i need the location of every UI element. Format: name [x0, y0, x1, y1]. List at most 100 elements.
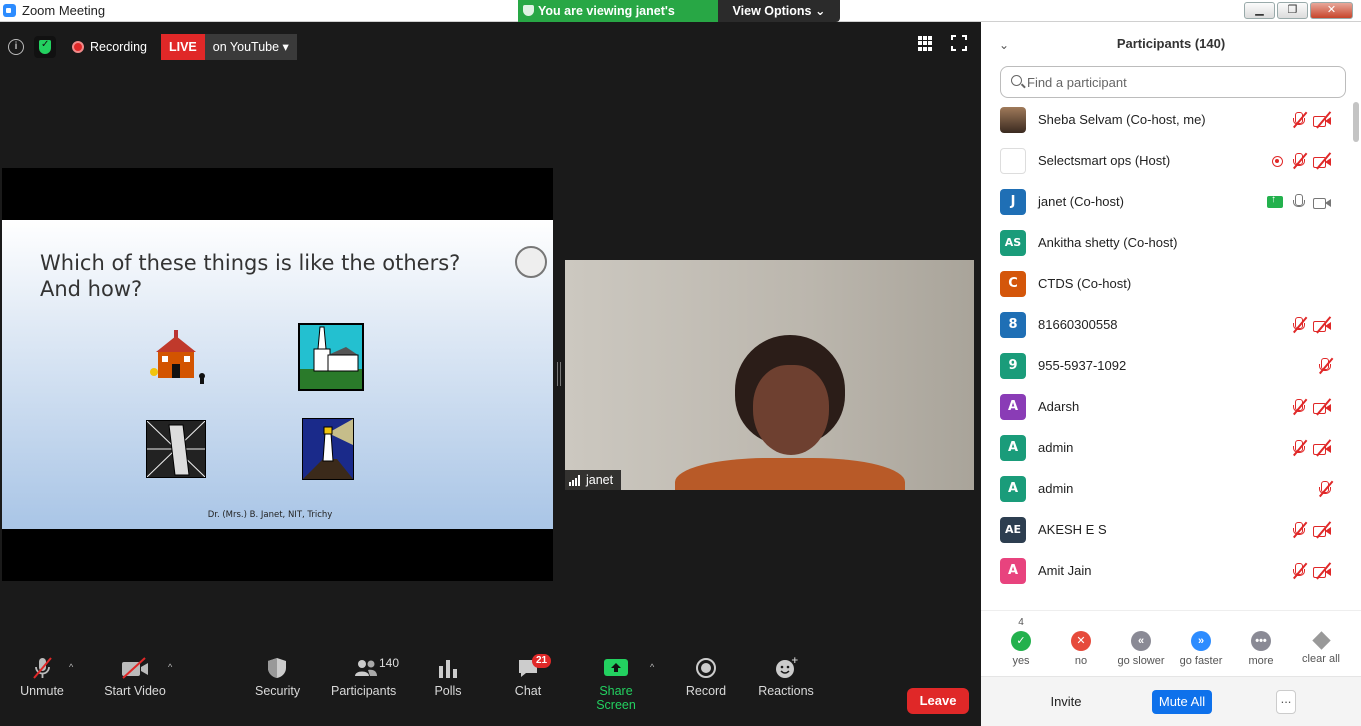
reactions-button[interactable]: + Reactions: [758, 656, 814, 698]
feedback-go-slower-button[interactable]: « go slower: [1111, 617, 1171, 667]
meeting-status-bar: i Recording LIVE on YouTube ▾: [8, 34, 297, 60]
participant-search[interactable]: [1000, 66, 1346, 98]
chat-button[interactable]: 21 Chat: [510, 654, 552, 698]
video-off-icon: [1313, 316, 1331, 334]
security-button[interactable]: Security: [255, 656, 300, 698]
participant-name: Amit Jain: [1038, 563, 1092, 578]
participant-row[interactable]: A Adarsh: [981, 387, 1351, 428]
participant-list-scrollbar[interactable]: [1353, 100, 1359, 618]
screen-sharing-icon: [1267, 194, 1283, 208]
video-off-icon: [1313, 152, 1331, 170]
feedback-count: [1231, 617, 1291, 629]
feedback-go-faster-button[interactable]: » go faster: [1171, 617, 1231, 667]
feedback-count: [1111, 617, 1171, 629]
participant-status-icons: [1291, 521, 1331, 539]
more-options-button[interactable]: ...: [1276, 690, 1296, 714]
participant-avatar: A: [1000, 394, 1026, 420]
share-options-caret-icon[interactable]: ^: [650, 662, 654, 672]
share-screen-button[interactable]: Share Screen: [581, 656, 651, 712]
participant-row[interactable]: Aadmin: [981, 428, 1351, 469]
participant-row[interactable]: AS Ankitha shetty (Co-host): [981, 223, 1351, 264]
feedback-no-button[interactable]: ✕ no: [1051, 617, 1111, 667]
audio-options-caret-icon[interactable]: ^: [69, 662, 73, 672]
participant-status-icons: [1291, 562, 1331, 580]
microphone-muted-icon: [1291, 111, 1308, 128]
emoji-smile-icon: +: [758, 656, 814, 680]
viewing-screen-banner: You are viewing janet's screen: [518, 0, 718, 40]
share-screen-icon: [581, 656, 651, 680]
mute-all-button[interactable]: Mute All: [1152, 690, 1212, 714]
participants-button[interactable]: 140 Participants: [331, 656, 399, 698]
panel-footer: Invite Mute All ...: [981, 676, 1361, 726]
participant-avatar: A: [1000, 435, 1026, 461]
participant-avatar: 9: [1000, 353, 1026, 379]
window-title: Zoom Meeting: [22, 3, 106, 18]
participant-row[interactable]: Aadmin: [981, 469, 1351, 510]
start-video-button[interactable]: Start Video: [104, 656, 166, 698]
restore-button[interactable]: ❐: [1277, 2, 1308, 19]
participants-count: 140: [379, 656, 400, 670]
feedback-label: no: [1074, 655, 1088, 667]
gallery-view-icon[interactable]: [918, 36, 933, 51]
microphone-muted-icon: [1317, 480, 1334, 497]
record-icon: [685, 656, 727, 680]
feedback-clear-all-button[interactable]: clear all: [1291, 617, 1351, 665]
participant-avatar: A: [1000, 558, 1026, 584]
live-badge: LIVE: [160, 34, 205, 60]
video-options-caret-icon[interactable]: ^: [168, 662, 172, 672]
split-view-drag-handle[interactable]: [557, 362, 561, 386]
microphone-muted-icon: [1291, 439, 1308, 456]
microphone-muted-icon: [1291, 562, 1308, 579]
video-camera-icon: [1313, 194, 1331, 210]
participant-row[interactable]: 9 955-5937-1092: [981, 346, 1351, 387]
institute-seal-logo: [515, 246, 547, 278]
security-shield-icon: [255, 656, 299, 680]
participant-row[interactable]: AE AKESH E S: [981, 510, 1351, 551]
feedback-label: go faster: [1179, 655, 1223, 667]
feedback-yes-button[interactable]: 4 ✓ yes: [991, 617, 1051, 667]
participant-row[interactable]: Jjanet (Co-host): [981, 182, 1351, 223]
minimize-button[interactable]: ▁: [1244, 2, 1275, 19]
meeting-info-icon[interactable]: i: [8, 39, 24, 55]
unmute-button[interactable]: Unmute: [20, 656, 64, 698]
invite-button[interactable]: Invite: [1044, 690, 1088, 714]
participant-row[interactable]: Selectsmart ops (Host): [981, 141, 1351, 182]
record-button[interactable]: Record: [685, 656, 727, 698]
video-name-tag: janet: [565, 470, 622, 490]
participant-row[interactable]: C CTDS (Co-host): [981, 264, 1351, 305]
participant-name: CTDS (Co-host): [1038, 276, 1132, 291]
participant-name: 955-5937-1092: [1038, 358, 1127, 373]
live-stream-indicator[interactable]: LIVE on YouTube ▾: [160, 34, 297, 60]
microphone-muted-icon: [1317, 357, 1334, 374]
participant-avatar: J: [1000, 189, 1026, 215]
video-tile[interactable]: janet: [565, 260, 974, 490]
close-button[interactable]: ✕: [1310, 2, 1353, 19]
participant-status-icons: [1272, 152, 1331, 170]
participant-row[interactable]: A Amit Jain: [981, 551, 1351, 592]
zoom-app-icon: [3, 4, 16, 17]
feedback-more-button[interactable]: ••• more: [1231, 617, 1291, 667]
leave-button[interactable]: Leave: [907, 688, 969, 714]
video-off-icon: [104, 656, 166, 680]
polls-button[interactable]: Polls: [430, 656, 466, 698]
feedback-go-faster-icon: »: [1191, 631, 1211, 651]
panel-header: ⌄ Participants (140): [981, 22, 1361, 66]
church-clipart: [298, 323, 364, 391]
participant-status-icons: [1317, 357, 1334, 374]
encryption-shield-icon[interactable]: [34, 36, 56, 58]
lighthouse-clipart: [302, 418, 354, 480]
signal-strength-icon: [569, 474, 580, 486]
participant-row[interactable]: 8 81660300558: [981, 305, 1351, 346]
svg-text:+: +: [791, 656, 798, 666]
recording-indicator[interactable]: Recording: [72, 40, 147, 54]
fullscreen-icon[interactable]: [950, 34, 968, 52]
recording-label: Recording: [90, 40, 147, 54]
participant-name: 81660300558: [1038, 317, 1118, 332]
search-input[interactable]: [1027, 73, 1327, 91]
polls-bar-icon: [430, 656, 466, 680]
participant-avatar: A: [1000, 476, 1026, 502]
view-options-button[interactable]: View Options ⌄: [718, 0, 840, 22]
participant-row[interactable]: Sheba Selvam (Co-host, me): [981, 100, 1351, 141]
feedback-count: [1171, 617, 1231, 629]
participant-avatar: AS: [1000, 230, 1026, 256]
